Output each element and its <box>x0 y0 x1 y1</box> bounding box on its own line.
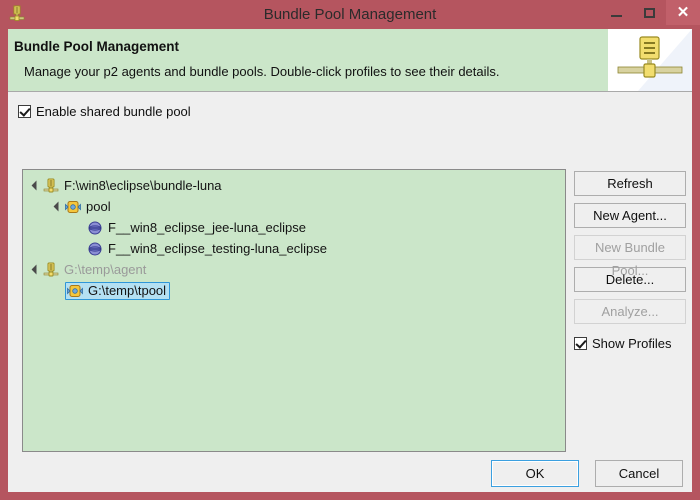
profile-icon <box>87 220 103 236</box>
maximize-button[interactable] <box>633 0 666 25</box>
ok-button[interactable]: OK <box>491 460 579 487</box>
tree-row-label: G:\temp\agent <box>64 261 147 277</box>
tree-row-label: F:\win8\eclipse\bundle-luna <box>64 177 222 193</box>
tree-row-content[interactable]: G:\temp\tpool <box>65 281 171 300</box>
new-bundle-pool-button: New Bundle Pool... <box>574 235 686 278</box>
tree-row-label: F__win8_eclipse_testing-luna_eclipse <box>108 240 327 256</box>
dialog-window: Bundle Pool Management ✕ Bundle Pool Man… <box>0 0 700 500</box>
pool-icon <box>65 199 81 215</box>
tree-row-content[interactable]: pool <box>65 199 111 215</box>
show-profiles-label: Show Profiles <box>592 336 672 351</box>
enable-shared-bundle-pool-checkbox[interactable]: Enable shared bundle pool <box>18 104 191 119</box>
tree-expand-arrow-icon[interactable] <box>33 265 43 275</box>
pool-icon <box>67 283 83 299</box>
tree-row[interactable]: F__win8_eclipse_jee-luna_eclipse <box>23 217 565 238</box>
bundle-pool-banner-icon <box>608 29 692 91</box>
cancel-button[interactable]: Cancel <box>595 460 683 487</box>
header-description: Manage your p2 agents and bundle pools. … <box>24 64 500 79</box>
header-title: Bundle Pool Management <box>14 39 180 54</box>
agents-and-pools-tree[interactable]: F:\win8\eclipse\bundle-luna pool F__win8_e… <box>22 169 566 452</box>
tree-row-content[interactable]: F:\win8\eclipse\bundle-luna <box>43 178 222 194</box>
tree-row[interactable]: G:\temp\agent <box>23 259 565 280</box>
new-agent-button[interactable]: New Agent... <box>574 203 686 228</box>
tree-row[interactable]: F:\win8\eclipse\bundle-luna <box>23 175 565 196</box>
show-profiles-checkbox[interactable]: Show Profiles <box>574 336 671 351</box>
tree-row-content[interactable]: G:\temp\agent <box>43 262 146 278</box>
tree-row[interactable]: G:\temp\tpool <box>23 280 565 301</box>
enable-shared-bundle-pool-label: Enable shared bundle pool <box>36 104 191 119</box>
checkbox-box <box>18 105 31 118</box>
tree-row-content[interactable]: F__win8_eclipse_jee-luna_eclipse <box>87 220 306 236</box>
maximize-icon <box>644 7 655 18</box>
checkbox-box <box>574 337 587 350</box>
tree-row-label: G:\temp\tpool <box>88 282 167 298</box>
delete-button[interactable]: Delete... <box>574 267 686 292</box>
minimize-button[interactable] <box>600 0 633 25</box>
dialog-client-area: Bundle Pool Management Manage your p2 ag… <box>8 29 692 492</box>
dialog-header: Bundle Pool Management Manage your p2 ag… <box>8 29 692 92</box>
side-button-group: Refresh New Agent... New Bundle Pool...Del… <box>574 171 686 331</box>
tree-row-content[interactable]: F__win8_eclipse_testing-luna_eclipse <box>87 241 327 257</box>
title-bar[interactable]: Bundle Pool Management ✕ <box>0 0 700 29</box>
tree-expand-arrow-icon[interactable] <box>33 181 43 191</box>
dialog-button-bar: OK Cancel <box>8 444 692 492</box>
analyze-button: Analyze... <box>574 299 686 324</box>
close-button[interactable]: ✕ <box>666 0 700 25</box>
tree-row-label: F__win8_eclipse_jee-luna_eclipse <box>108 219 307 235</box>
tree-row-label: pool <box>86 198 111 214</box>
tree-row[interactable]: F__win8_eclipse_testing-luna_eclipse <box>23 238 565 259</box>
refresh-button[interactable]: Refresh <box>574 171 686 196</box>
close-icon: ✕ <box>676 4 690 21</box>
agent-icon <box>43 262 59 278</box>
agent-icon <box>43 178 59 194</box>
profile-icon <box>87 241 103 257</box>
window-title: Bundle Pool Management <box>263 6 437 23</box>
tree-row[interactable]: pool <box>23 196 565 217</box>
minimize-icon <box>611 14 622 17</box>
tree-expand-arrow-icon[interactable] <box>55 202 65 212</box>
